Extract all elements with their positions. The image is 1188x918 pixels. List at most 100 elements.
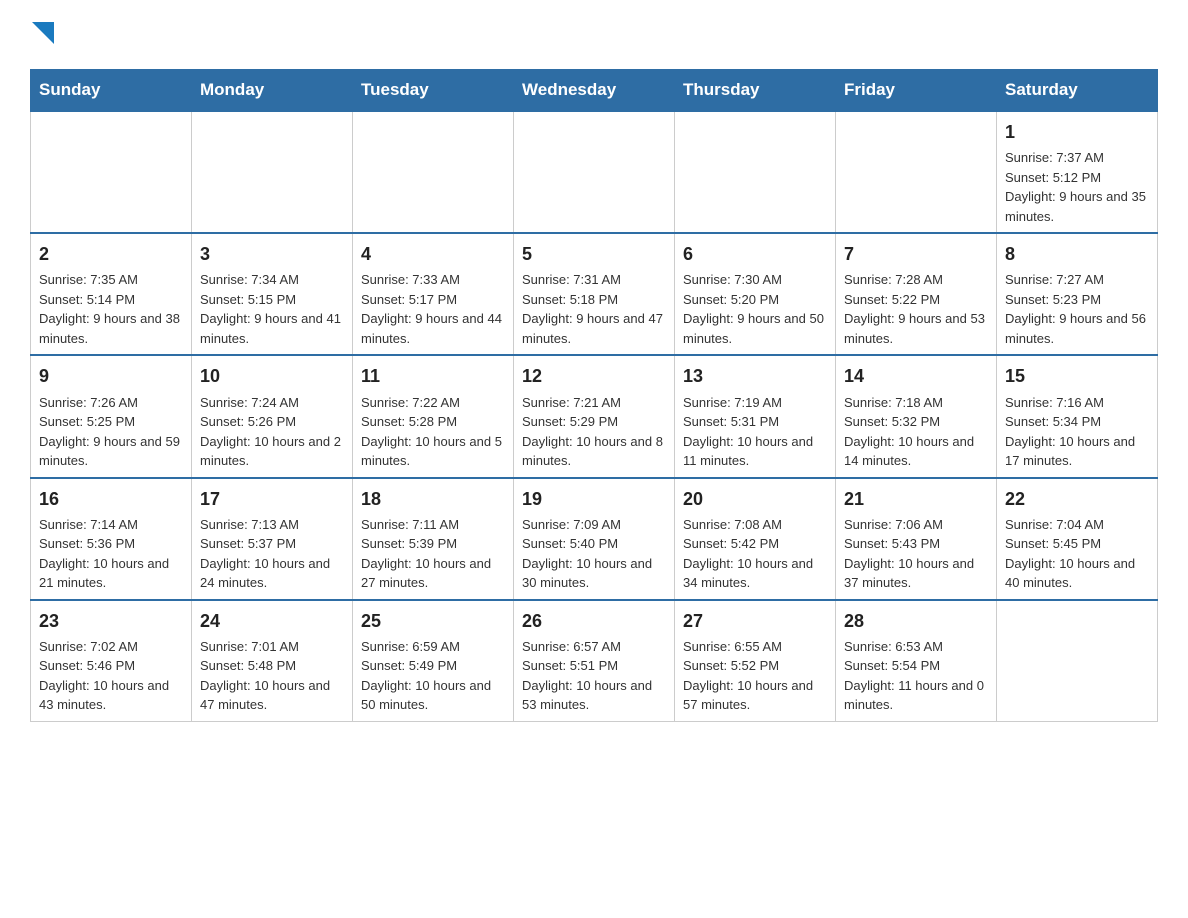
day-number: 4 bbox=[361, 242, 505, 267]
day-info: Sunrise: 7:13 AM Sunset: 5:37 PM Dayligh… bbox=[200, 515, 344, 593]
calendar-cell: 5Sunrise: 7:31 AM Sunset: 5:18 PM Daylig… bbox=[514, 233, 675, 355]
day-info: Sunrise: 7:14 AM Sunset: 5:36 PM Dayligh… bbox=[39, 515, 183, 593]
day-number: 7 bbox=[844, 242, 988, 267]
day-number: 15 bbox=[1005, 364, 1149, 389]
day-info: Sunrise: 6:55 AM Sunset: 5:52 PM Dayligh… bbox=[683, 637, 827, 715]
logo-icon bbox=[32, 22, 54, 44]
calendar-cell: 17 Sunrise: 7:13 AM Sunset: 5:37 PM Dayli… bbox=[192, 478, 353, 600]
day-info: Sunrise: 6:53 AM Sunset: 5:54 PM Dayligh… bbox=[844, 637, 988, 715]
calendar-week-2: 2Sunrise: 7:35 AM Sunset: 5:14 PM Daylig… bbox=[31, 233, 1158, 355]
calendar-cell: 28 Sunrise: 6:53 AM Sunset: 5:54 PM Dayli… bbox=[836, 600, 997, 722]
col-header-wednesday: Wednesday bbox=[514, 70, 675, 112]
day-number: 19 bbox=[522, 487, 666, 512]
calendar-cell: 9 Sunrise: 7:26 AM Sunset: 5:25 PM Daylig… bbox=[31, 355, 192, 477]
calendar-week-4: 16 Sunrise: 7:14 AM Sunset: 5:36 PM Dayli… bbox=[31, 478, 1158, 600]
day-number: 8 bbox=[1005, 242, 1149, 267]
calendar-table: SundayMondayTuesdayWednesdayThursdayFrid… bbox=[30, 69, 1158, 722]
day-number: 17 bbox=[200, 487, 344, 512]
day-number: 10 bbox=[200, 364, 344, 389]
day-info: Sunrise: 7:26 AM Sunset: 5:25 PM Dayligh… bbox=[39, 393, 183, 471]
day-info: Sunrise: 7:27 AM Sunset: 5:23 PM Dayligh… bbox=[1005, 270, 1149, 348]
calendar-cell: 25 Sunrise: 6:59 AM Sunset: 5:49 PM Dayli… bbox=[353, 600, 514, 722]
calendar-cell bbox=[192, 111, 353, 233]
day-number: 21 bbox=[844, 487, 988, 512]
calendar-cell: 2Sunrise: 7:35 AM Sunset: 5:14 PM Daylig… bbox=[31, 233, 192, 355]
day-info: Sunrise: 7:06 AM Sunset: 5:43 PM Dayligh… bbox=[844, 515, 988, 593]
col-header-thursday: Thursday bbox=[675, 70, 836, 112]
day-info: Sunrise: 7:35 AM Sunset: 5:14 PM Dayligh… bbox=[39, 270, 183, 348]
col-header-tuesday: Tuesday bbox=[353, 70, 514, 112]
calendar-cell: 7 Sunrise: 7:28 AM Sunset: 5:22 PM Daylig… bbox=[836, 233, 997, 355]
calendar-cell bbox=[514, 111, 675, 233]
calendar-cell: 10 Sunrise: 7:24 AM Sunset: 5:26 PM Dayli… bbox=[192, 355, 353, 477]
calendar-cell: 21 Sunrise: 7:06 AM Sunset: 5:43 PM Dayli… bbox=[836, 478, 997, 600]
calendar-week-5: 23 Sunrise: 7:02 AM Sunset: 5:46 PM Dayli… bbox=[31, 600, 1158, 722]
day-number: 3 bbox=[200, 242, 344, 267]
day-number: 16 bbox=[39, 487, 183, 512]
day-info: Sunrise: 7:22 AM Sunset: 5:28 PM Dayligh… bbox=[361, 393, 505, 471]
day-info: Sunrise: 7:24 AM Sunset: 5:26 PM Dayligh… bbox=[200, 393, 344, 471]
day-info: Sunrise: 7:18 AM Sunset: 5:32 PM Dayligh… bbox=[844, 393, 988, 471]
day-info: Sunrise: 7:31 AM Sunset: 5:18 PM Dayligh… bbox=[522, 270, 666, 348]
day-number: 28 bbox=[844, 609, 988, 634]
day-number: 25 bbox=[361, 609, 505, 634]
col-header-sunday: Sunday bbox=[31, 70, 192, 112]
calendar-cell: 3 Sunrise: 7:34 AM Sunset: 5:15 PM Daylig… bbox=[192, 233, 353, 355]
col-header-monday: Monday bbox=[192, 70, 353, 112]
calendar-cell: 26Sunrise: 6:57 AM Sunset: 5:51 PM Dayli… bbox=[514, 600, 675, 722]
calendar-cell: 20 Sunrise: 7:08 AM Sunset: 5:42 PM Dayli… bbox=[675, 478, 836, 600]
calendar-cell: 27 Sunrise: 6:55 AM Sunset: 5:52 PM Dayli… bbox=[675, 600, 836, 722]
day-info: Sunrise: 7:19 AM Sunset: 5:31 PM Dayligh… bbox=[683, 393, 827, 471]
calendar-cell bbox=[836, 111, 997, 233]
calendar-cell: 23 Sunrise: 7:02 AM Sunset: 5:46 PM Dayli… bbox=[31, 600, 192, 722]
calendar-cell bbox=[353, 111, 514, 233]
calendar-cell: 1 Sunrise: 7:37 AM Sunset: 5:12 PM Daylig… bbox=[997, 111, 1158, 233]
page-header bbox=[30, 20, 1158, 49]
calendar-cell: 15Sunrise: 7:16 AM Sunset: 5:34 PM Dayli… bbox=[997, 355, 1158, 477]
day-number: 26 bbox=[522, 609, 666, 634]
calendar-cell bbox=[675, 111, 836, 233]
day-info: Sunrise: 7:01 AM Sunset: 5:48 PM Dayligh… bbox=[200, 637, 344, 715]
calendar-header-row: SundayMondayTuesdayWednesdayThursdayFrid… bbox=[31, 70, 1158, 112]
col-header-friday: Friday bbox=[836, 70, 997, 112]
calendar-week-1: 1 Sunrise: 7:37 AM Sunset: 5:12 PM Daylig… bbox=[31, 111, 1158, 233]
day-info: Sunrise: 7:30 AM Sunset: 5:20 PM Dayligh… bbox=[683, 270, 827, 348]
calendar-cell: 6 Sunrise: 7:30 AM Sunset: 5:20 PM Daylig… bbox=[675, 233, 836, 355]
calendar-cell bbox=[997, 600, 1158, 722]
day-number: 23 bbox=[39, 609, 183, 634]
calendar-cell: 19 Sunrise: 7:09 AM Sunset: 5:40 PM Dayli… bbox=[514, 478, 675, 600]
calendar-week-3: 9 Sunrise: 7:26 AM Sunset: 5:25 PM Daylig… bbox=[31, 355, 1158, 477]
day-number: 14 bbox=[844, 364, 988, 389]
day-number: 6 bbox=[683, 242, 827, 267]
day-number: 24 bbox=[200, 609, 344, 634]
calendar-cell bbox=[31, 111, 192, 233]
day-number: 20 bbox=[683, 487, 827, 512]
day-number: 11 bbox=[361, 364, 505, 389]
day-info: Sunrise: 7:04 AM Sunset: 5:45 PM Dayligh… bbox=[1005, 515, 1149, 593]
day-number: 22 bbox=[1005, 487, 1149, 512]
day-info: Sunrise: 7:21 AM Sunset: 5:29 PM Dayligh… bbox=[522, 393, 666, 471]
day-number: 9 bbox=[39, 364, 183, 389]
day-info: Sunrise: 7:28 AM Sunset: 5:22 PM Dayligh… bbox=[844, 270, 988, 348]
day-info: Sunrise: 7:02 AM Sunset: 5:46 PM Dayligh… bbox=[39, 637, 183, 715]
calendar-cell: 22 Sunrise: 7:04 AM Sunset: 5:45 PM Dayli… bbox=[997, 478, 1158, 600]
day-number: 27 bbox=[683, 609, 827, 634]
day-info: Sunrise: 7:34 AM Sunset: 5:15 PM Dayligh… bbox=[200, 270, 344, 348]
col-header-saturday: Saturday bbox=[997, 70, 1158, 112]
calendar-cell: 13Sunrise: 7:19 AM Sunset: 5:31 PM Dayli… bbox=[675, 355, 836, 477]
day-number: 12 bbox=[522, 364, 666, 389]
day-info: Sunrise: 7:08 AM Sunset: 5:42 PM Dayligh… bbox=[683, 515, 827, 593]
day-info: Sunrise: 7:33 AM Sunset: 5:17 PM Dayligh… bbox=[361, 270, 505, 348]
day-number: 1 bbox=[1005, 120, 1149, 145]
calendar-cell: 4 Sunrise: 7:33 AM Sunset: 5:17 PM Daylig… bbox=[353, 233, 514, 355]
calendar-cell: 24 Sunrise: 7:01 AM Sunset: 5:48 PM Dayli… bbox=[192, 600, 353, 722]
calendar-cell: 18Sunrise: 7:11 AM Sunset: 5:39 PM Dayli… bbox=[353, 478, 514, 600]
day-info: Sunrise: 7:09 AM Sunset: 5:40 PM Dayligh… bbox=[522, 515, 666, 593]
day-info: Sunrise: 6:59 AM Sunset: 5:49 PM Dayligh… bbox=[361, 637, 505, 715]
calendar-cell: 16 Sunrise: 7:14 AM Sunset: 5:36 PM Dayli… bbox=[31, 478, 192, 600]
calendar-cell: 14 Sunrise: 7:18 AM Sunset: 5:32 PM Dayli… bbox=[836, 355, 997, 477]
day-info: Sunrise: 7:37 AM Sunset: 5:12 PM Dayligh… bbox=[1005, 148, 1149, 226]
day-info: Sunrise: 7:11 AM Sunset: 5:39 PM Dayligh… bbox=[361, 515, 505, 593]
calendar-cell: 12 Sunrise: 7:21 AM Sunset: 5:29 PM Dayli… bbox=[514, 355, 675, 477]
calendar-cell: 11 Sunrise: 7:22 AM Sunset: 5:28 PM Dayli… bbox=[353, 355, 514, 477]
